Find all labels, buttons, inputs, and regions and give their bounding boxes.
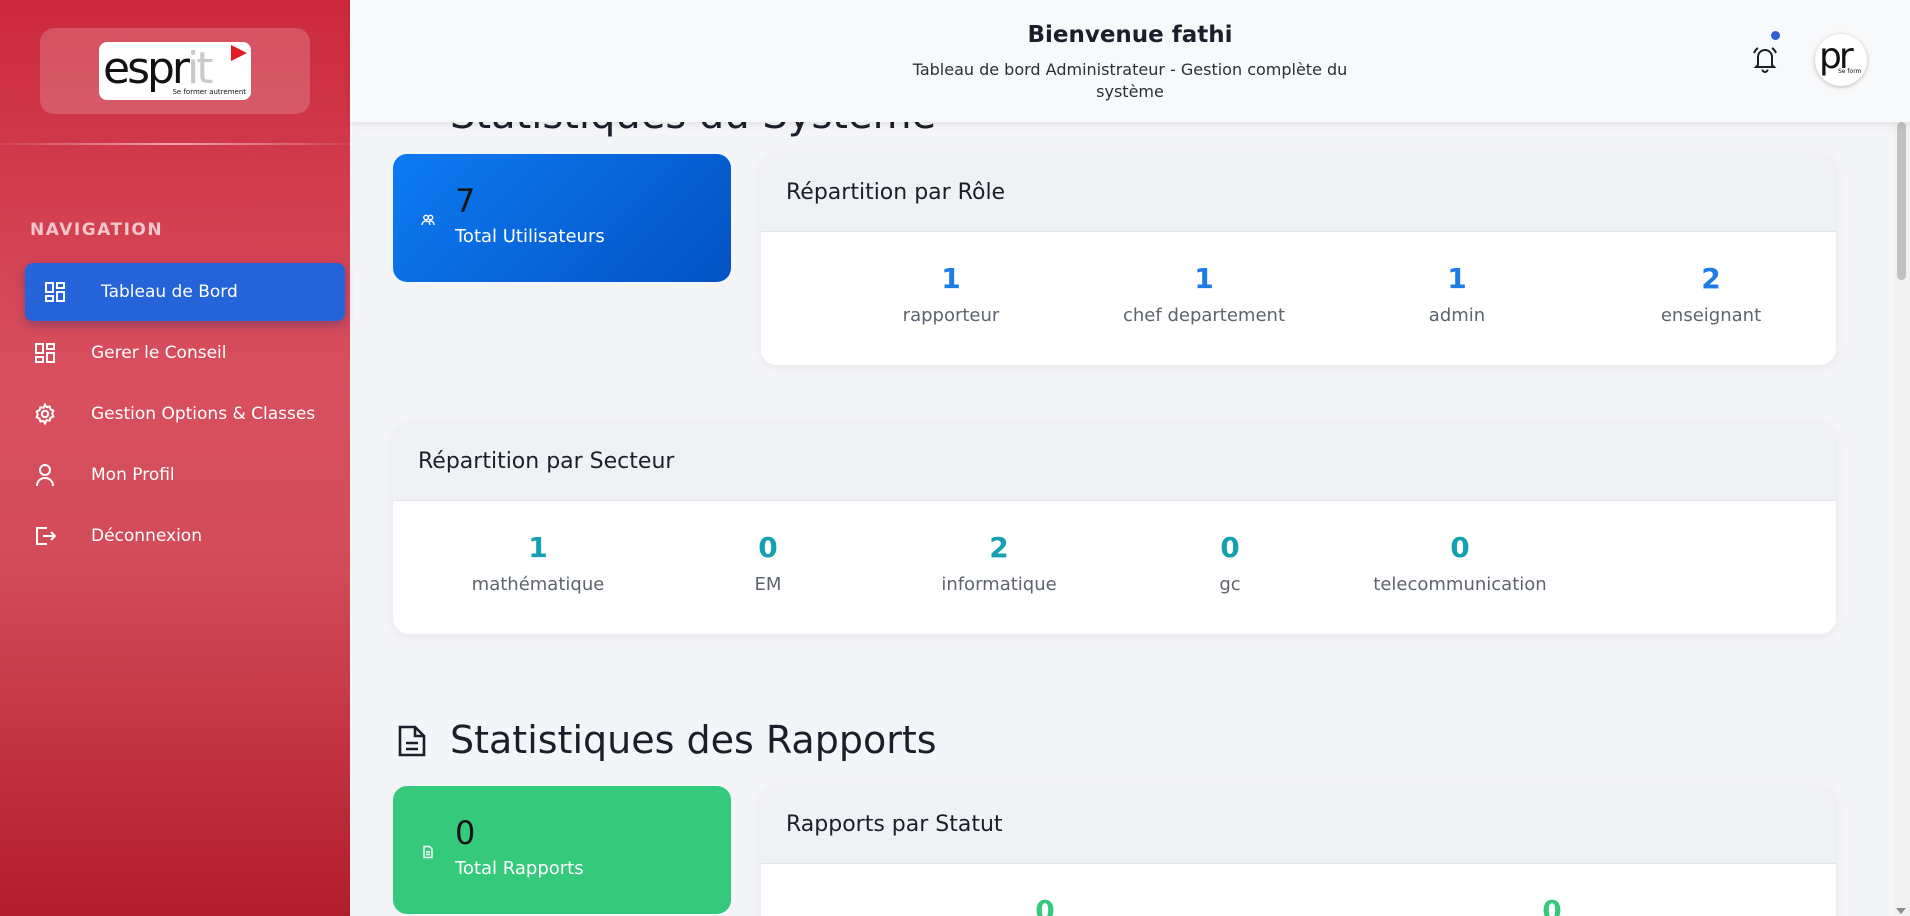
role-stat-item: 1 chef departement [1094,262,1314,326]
sidebar-item-label: Gerer le Conseil [91,343,227,363]
dashboard-icon [31,339,59,367]
notification-dot [1771,31,1780,40]
role-stat-value: 1 [1194,262,1214,295]
total-reports-value: 0 [455,814,476,852]
avatar[interactable]: pr Se form [1815,34,1867,86]
sector-stat-item: 0 gc [1120,531,1340,595]
total-users-card: 7 Total Utilisateurs [393,154,731,282]
page-scrollbar[interactable] [1893,0,1910,916]
scrollbar-thumb[interactable] [1897,122,1906,280]
users-icon [421,212,435,226]
main-content: Statistiques du Système 7 Total Utilisat… [350,0,1910,916]
role-stat-item: 1 rapporteur [841,262,1061,326]
role-stat-item: 2 enseignant [1601,262,1821,326]
sector-stat-label: informatique [941,574,1057,595]
status-stat-item: 0 [1442,894,1662,916]
status-stat-value: 0 [1035,894,1055,916]
sector-stat-label: telecommunication [1373,574,1547,595]
sidebar-divider [0,143,350,145]
sector-stat-value: 1 [528,531,548,564]
logo-flag-icon [231,45,247,61]
logo-tagline: Se former autrement [172,88,246,96]
bell-icon[interactable] [1750,44,1780,74]
total-users-value: 7 [455,182,476,220]
total-users-label: Total Utilisateurs [455,226,605,247]
role-stat-value: 1 [941,262,961,295]
sidebar-item-tableau-de-bord[interactable]: Tableau de Bord [25,263,345,321]
sidebar-item-gerer-conseil[interactable]: Gerer le Conseil [25,324,345,382]
sidebar-item-mon-profil[interactable]: Mon Profil [25,446,345,504]
header-subtitle: Tableau de bord Administrateur - Gestion… [912,60,1348,101]
logout-icon [31,522,59,550]
sector-stat-label: mathématique [471,574,605,595]
sidebar-item-label: Tableau de Bord [101,282,238,302]
role-stat-label: rapporteur [902,305,1000,326]
role-stat-value: 1 [1447,262,1467,295]
sector-stat-value: 2 [989,531,1009,564]
sector-stat-item: 0 telecommunication [1350,531,1570,595]
sidebar-item-gestion-options[interactable]: Gestion Options & Classes [25,385,345,443]
role-stat-value: 2 [1701,262,1721,295]
role-stat-item: 1 admin [1347,262,1567,326]
document-icon [397,724,427,758]
sidebar-item-label: Mon Profil [91,465,175,485]
sector-panel-title: Répartition par Secteur [393,423,1836,501]
sector-stat-label: gc [1219,574,1241,595]
role-stat-label: admin [1428,305,1486,326]
sector-stat-value: 0 [1220,531,1240,564]
dashboard-icon [41,278,69,306]
status-stat-value: 0 [1542,894,1562,916]
total-reports-label: Total Rapports [455,858,584,879]
scroll-down-arrow-icon[interactable] [1896,908,1906,914]
top-header: Bienvenue fathi Tableau de bord Administ… [350,0,1910,122]
status-stat-item: 0 [935,894,1155,916]
role-stat-label: enseignant [1660,305,1762,326]
avatar-tagline: Se form [1838,68,1862,75]
welcome-title: Bienvenue fathi [1027,22,1233,48]
total-reports-card: 0 Total Rapports [393,786,731,914]
esprit-logo[interactable]: esprit Se former autrement [99,42,251,100]
role-distribution-panel: Répartition par Rôle 1 rapporteur 1 chef… [761,154,1836,365]
sector-stat-item: 2 informatique [889,531,1109,595]
reports-status-panel: Rapports par Statut 0 0 [761,786,1836,916]
sector-stat-value: 0 [1450,531,1470,564]
reports-stats-heading: Statistiques des Rapports [450,718,937,762]
sector-stat-label: EM [754,574,782,595]
nav-list: Tableau de Bord Gerer le Conseil Gestion… [25,263,345,568]
sector-distribution-panel: Répartition par Secteur 1 mathématique 0… [393,423,1836,634]
sidebar-item-deconnexion[interactable]: Déconnexion [25,507,345,565]
sidebar-item-label: Déconnexion [91,526,202,546]
sidebar: esprit Se former autrement NAVIGATION Ta… [0,0,350,916]
logo-container: esprit Se former autrement [40,28,310,114]
role-stat-label: chef departement [1123,305,1285,326]
gear-icon [31,400,59,428]
sector-stat-item: 1 mathématique [428,531,648,595]
status-panel-title: Rapports par Statut [761,786,1836,864]
sector-stat-item: 0 EM [658,531,878,595]
nav-heading: NAVIGATION [30,220,164,240]
sidebar-item-label: Gestion Options & Classes [91,404,316,424]
role-panel-title: Répartition par Rôle [761,154,1836,232]
sector-stat-value: 0 [758,531,778,564]
document-icon [421,844,435,859]
user-icon [31,461,59,489]
